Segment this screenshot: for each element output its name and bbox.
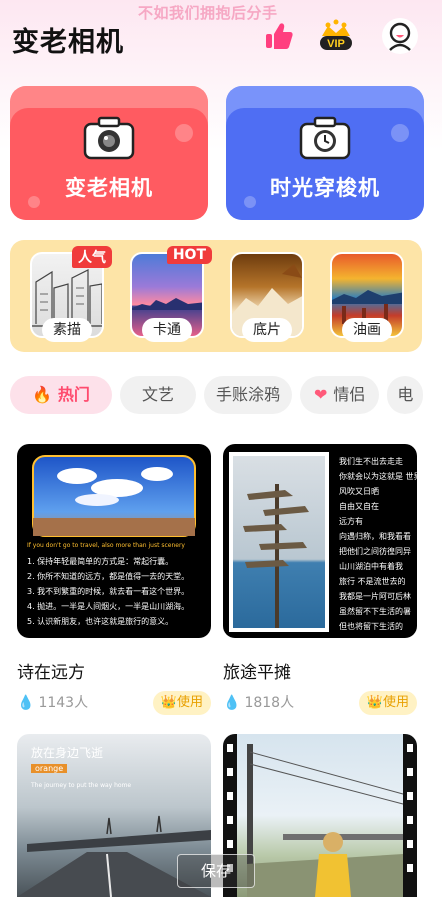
filter-label: 素描 (42, 318, 92, 342)
app-title: 变老相机 (12, 27, 124, 58)
template-image: 我们生不出去走走 你就会以为这就是 世界 风吹又日晒 自由又自在 远方有 向遇归… (223, 444, 417, 638)
hearts-icon: ❤ (313, 385, 328, 404)
template-image: If you don't go to travel, also more tha… (17, 444, 211, 638)
time-machine-label: 时光穿梭机 (270, 176, 380, 200)
tab-couple[interactable]: ❤ 情侣 (299, 376, 380, 414)
thumbs-up-icon[interactable] (258, 16, 298, 56)
category-tabs: 🔥 热门 文艺 手账涂鸦 ❤ 情侣电 (10, 376, 442, 414)
tab-literary[interactable]: 文艺 (119, 376, 196, 414)
drop-icon: 💧 (223, 695, 241, 711)
use-button[interactable]: 👑使用 (358, 691, 417, 715)
usage-count: 💧 1818人 (223, 695, 295, 711)
vip-crown-icon[interactable]: VIP (316, 16, 356, 56)
template-overlay-subtitle: The journey to put the way home (31, 782, 132, 789)
vip-label: VIP (327, 38, 345, 50)
template-caption: If you don't go to travel, also more tha… (27, 542, 185, 549)
crown-icon: 👑 (160, 695, 177, 710)
tab-journal-doodle[interactable]: 手账涂鸦 (203, 376, 292, 414)
aging-camera-label: 变老相机 (65, 176, 153, 200)
filter-label: 油画 (342, 318, 392, 342)
aging-camera-card[interactable]: 变老相机 (10, 86, 208, 220)
clock-camera-icon (299, 116, 351, 160)
filter-label: 卡通 (142, 318, 192, 342)
crown-icon: 👑 (366, 695, 383, 710)
camera-icon (83, 116, 135, 160)
use-button[interactable]: 👑使用 (152, 691, 211, 715)
time-machine-card[interactable]: 时光穿梭机 (226, 86, 424, 220)
template-overlay-tag: orange (31, 764, 68, 773)
filter-strip: 人气 素描 HOT 卡通 底片 油画 (10, 240, 422, 352)
filter-oil-painting[interactable]: 油画 (330, 252, 404, 342)
fire-icon: 🔥 (32, 385, 52, 404)
filter-negative[interactable]: 底片 (230, 252, 304, 342)
filter-badge: 人气 (72, 246, 112, 268)
template-overlay-title: 放在身边飞逝 (31, 746, 104, 760)
template-name: 诗在远方 (17, 663, 85, 683)
tab-hot[interactable]: 🔥 热门 (10, 376, 112, 414)
marquee-text: 不如我们拥抱后分手 (138, 4, 278, 22)
template-name: 旅途平摊 (223, 663, 291, 683)
filter-badge: HOT (166, 246, 212, 264)
filter-label: 底片 (242, 318, 292, 342)
template-card[interactable]: If you don't go to travel, also more tha… (17, 444, 211, 715)
usage-count: 💧 1143人 (17, 695, 89, 711)
save-button[interactable]: 保存 (177, 854, 255, 888)
template-card[interactable]: 我们生不出去走走 你就会以为这就是 世界 风吹又日晒 自由又自在 远方有 向遇归… (223, 444, 417, 715)
filter-sketch[interactable]: 人气 素描 (30, 246, 112, 342)
avatar-icon[interactable] (380, 16, 420, 56)
tab-more[interactable]: 电 (387, 376, 424, 414)
drop-icon: 💧 (17, 695, 35, 711)
filter-cartoon[interactable]: HOT 卡通 (130, 246, 212, 342)
